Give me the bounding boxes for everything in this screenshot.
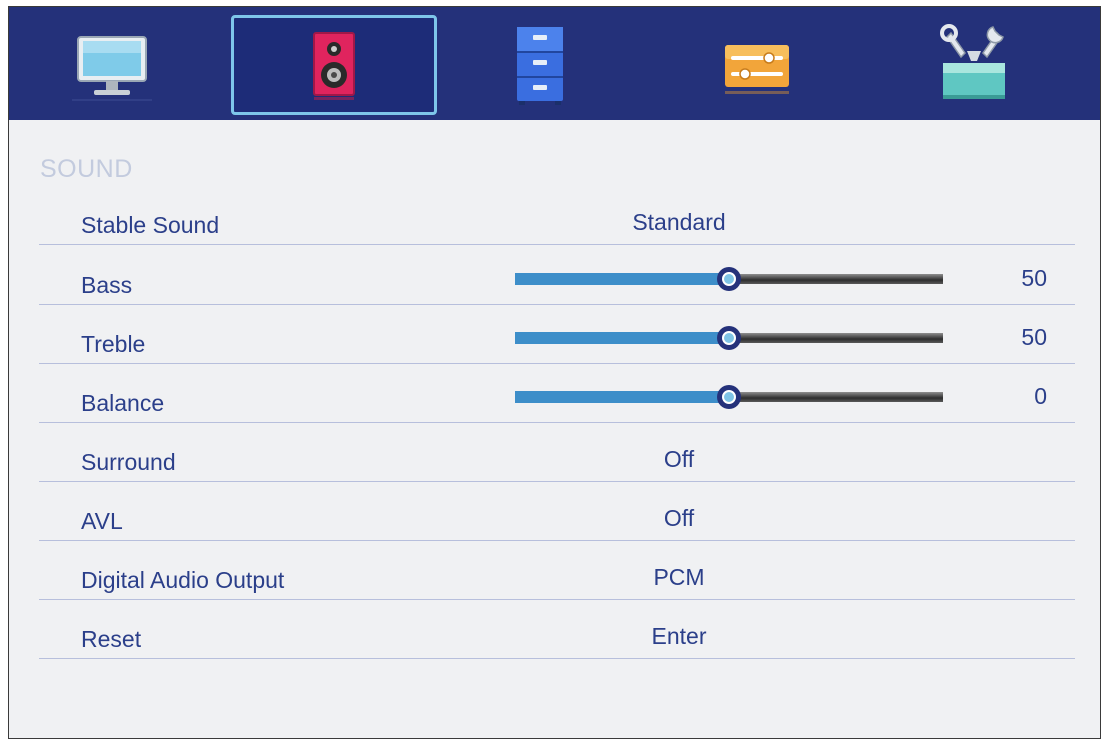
- row-value[interactable]: Enter: [629, 623, 729, 650]
- slider-value: 0: [1034, 383, 1047, 409]
- row-value[interactable]: PCM: [629, 564, 729, 591]
- row-label: Stable Sound: [81, 212, 220, 238]
- menu-row-stable-sound[interactable]: Stable Sound Standard: [39, 185, 1075, 245]
- menu-tab-bar: [9, 7, 1100, 120]
- row-label: Bass: [81, 272, 133, 298]
- row-label: Treble: [81, 331, 146, 357]
- monitor-icon: [72, 36, 152, 101]
- row-label: AVL: [81, 508, 123, 534]
- slider-value: 50: [1021, 265, 1047, 291]
- slider-knob[interactable]: [717, 267, 741, 291]
- menu-row-balance[interactable]: Balance 0: [39, 363, 1075, 423]
- tab-function[interactable]: [654, 15, 860, 115]
- row-label: Reset: [81, 626, 142, 652]
- tab-picture[interactable]: [9, 15, 215, 115]
- sliders-icon: [725, 45, 789, 94]
- row-value[interactable]: Off: [629, 446, 729, 473]
- row-label: Digital Audio Output: [81, 567, 285, 593]
- row-value[interactable]: Off: [629, 505, 729, 532]
- tab-channel[interactable]: [437, 15, 643, 115]
- tab-sound[interactable]: [231, 15, 437, 115]
- menu-row-bass[interactable]: Bass 50: [39, 245, 1075, 305]
- slider-fill: [515, 273, 729, 285]
- slider-fill: [515, 391, 729, 403]
- menu-row-surround[interactable]: Surround Off: [39, 422, 1075, 482]
- tab-setup[interactable]: [871, 15, 1077, 115]
- level-slider[interactable]: [515, 326, 943, 350]
- slider-knob[interactable]: [717, 326, 741, 350]
- slider-value: 50: [1021, 324, 1047, 350]
- speaker-icon: [313, 32, 355, 100]
- row-label: Surround: [81, 449, 176, 475]
- row-value[interactable]: Standard: [629, 209, 729, 236]
- sound-menu-window: SOUND Stable Sound Standard Bass 50 Treble 50…: [8, 6, 1101, 739]
- slider-knob[interactable]: [717, 385, 741, 409]
- menu-row-reset[interactable]: Reset Enter: [39, 599, 1075, 659]
- level-slider[interactable]: [515, 267, 943, 291]
- menu-row-treble[interactable]: Treble 50: [39, 304, 1075, 364]
- tools-icon: [940, 24, 1005, 99]
- menu-row-avl[interactable]: AVL Off: [39, 481, 1075, 541]
- section-title: SOUND: [40, 155, 133, 183]
- row-label: Balance: [81, 390, 165, 416]
- slider-fill: [515, 332, 729, 344]
- cabinet-icon: [517, 27, 563, 105]
- level-slider[interactable]: [515, 385, 943, 409]
- menu-row-digital-audio-output[interactable]: Digital Audio Output PCM: [39, 540, 1075, 600]
